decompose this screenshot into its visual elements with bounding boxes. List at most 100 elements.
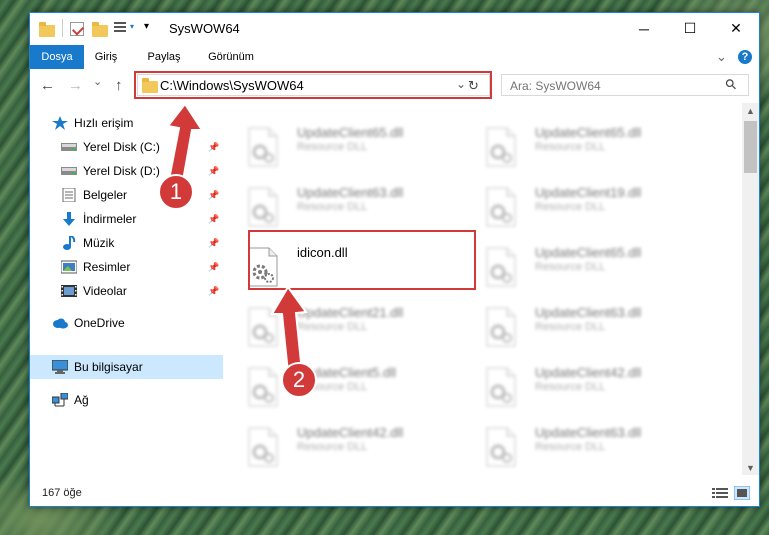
step-2-badge: 2 — [281, 362, 317, 398]
sidebar-item-label: Videolar — [83, 284, 127, 298]
file-type: Resource DLL — [535, 381, 606, 393]
sidebar-item-label: Yerel Disk (D:) — [83, 164, 160, 178]
sidebar-item-label: Yerel Disk (C:) — [83, 140, 160, 154]
vertical-scrollbar[interactable]: ▲ ▼ — [742, 103, 759, 475]
folder-icon — [39, 22, 55, 37]
dll-file-icon — [486, 367, 516, 407]
forward-button[interactable]: → — [68, 77, 83, 94]
address-bar-highlight — [134, 71, 492, 99]
customize-icon[interactable] — [114, 22, 128, 36]
dll-file-icon — [486, 247, 516, 287]
maximize-button[interactable]: ☐ — [667, 13, 713, 44]
ribbon-tabs: Dosya Giriş Paylaş Görünüm ⌄ ? — [30, 45, 759, 69]
status-bar: 167 öğe — [30, 475, 759, 506]
help-icon[interactable]: ? — [738, 50, 752, 64]
file-item[interactable]: UpdateClient65.dll Resource DLL — [463, 243, 693, 295]
music-icon — [63, 236, 76, 250]
file-item[interactable]: UpdateClient65.dll Resource DLL — [463, 123, 693, 175]
file-highlight — [248, 230, 476, 290]
details-view-icon[interactable] — [712, 487, 728, 499]
sidebar-item-label: Müzik — [83, 236, 115, 250]
dll-file-icon — [248, 367, 278, 407]
file-item[interactable]: UpdateClient63.dll Resource DLL — [225, 183, 455, 235]
sidebar-item-label: OneDrive — [74, 316, 125, 330]
file-item[interactable]: UpdateClient63.dll Resource DLL — [463, 423, 693, 475]
dll-file-icon — [248, 127, 278, 167]
quick-access-toolbar-dropdown-icon[interactable]: ▾ — [144, 21, 149, 32]
scroll-down-icon[interactable]: ▼ — [746, 463, 755, 473]
sidebar-item-label: İndirmeler — [83, 212, 137, 226]
title-bar: ▾ ▾ SysWOW64 ─ ☐ ✕ — [30, 13, 759, 45]
large-icons-view-icon[interactable] — [734, 486, 750, 500]
recent-locations-button[interactable]: ⌄ — [93, 75, 102, 88]
file-type: Resource DLL — [297, 321, 368, 333]
window-title: SysWOW64 — [169, 21, 240, 36]
tab-home[interactable]: Giriş — [84, 45, 128, 69]
pin-icon[interactable]: 📌 — [208, 262, 219, 273]
step-1-badge: 1 — [158, 174, 194, 210]
ribbon-expand-icon[interactable]: ⌄ — [716, 49, 727, 65]
file-item[interactable]: UpdateClient21.dll Resource DLL — [225, 303, 455, 355]
file-item[interactable]: UpdateClient42.dll Resource DLL — [463, 363, 693, 415]
file-type: Resource DLL — [297, 141, 368, 153]
file-name: UpdateClient65.dll — [535, 125, 642, 140]
network-icon — [52, 393, 68, 407]
dll-file-icon — [486, 427, 516, 467]
search-box[interactable]: ⚲ — [501, 74, 749, 96]
computer-icon — [52, 360, 68, 374]
file-type: Resource DLL — [297, 201, 368, 213]
scroll-up-icon[interactable]: ▲ — [746, 106, 755, 116]
file-type: Resource DLL — [535, 321, 606, 333]
file-item[interactable]: UpdateClient5.dll Resource DLL — [225, 363, 455, 415]
dll-file-icon — [248, 307, 278, 347]
search-icon[interactable]: ⚲ — [721, 75, 740, 94]
file-type: Resource DLL — [535, 261, 606, 273]
up-button[interactable]: ↑ — [115, 77, 123, 94]
pin-icon[interactable]: 📌 — [208, 214, 219, 225]
properties-icon[interactable] — [70, 22, 85, 36]
pin-icon[interactable]: 📌 — [208, 238, 219, 249]
new-folder-icon[interactable] — [92, 22, 108, 37]
divider — [62, 19, 63, 37]
file-name: UpdateClient65.dll — [535, 245, 642, 260]
drive-icon — [61, 167, 77, 175]
search-input[interactable] — [508, 77, 722, 95]
sidebar-item-label: Belgeler — [83, 188, 128, 202]
tab-view[interactable]: Görünüm — [200, 45, 262, 69]
file-item[interactable]: UpdateClient19.dll Resource DLL — [463, 183, 693, 235]
file-name: UpdateClient65.dll — [297, 125, 404, 140]
pictures-icon — [61, 260, 77, 274]
item-count: 167 öğe — [42, 487, 82, 499]
pin-icon[interactable]: 📌 — [208, 286, 219, 297]
documents-icon — [62, 188, 76, 202]
sidebar-item-label: Bu bilgisayar — [74, 360, 143, 374]
file-item[interactable]: UpdateClient65.dll Resource DLL — [225, 123, 455, 175]
back-button[interactable]: ← — [40, 77, 55, 94]
file-type: Resource DLL — [535, 441, 606, 453]
scrollbar-thumb[interactable] — [744, 121, 757, 173]
minimize-button[interactable]: ─ — [621, 13, 667, 44]
pin-icon[interactable]: 📌 — [208, 142, 219, 153]
pin-icon[interactable]: 📌 — [208, 190, 219, 201]
file-name: UpdateClient63.dll — [535, 305, 642, 320]
navigation-pane: Hızlı erişim Yerel Disk (C:) 📌 Yerel Dis… — [30, 103, 225, 475]
file-name: UpdateClient42.dll — [297, 425, 404, 440]
pin-icon[interactable]: 📌 — [208, 166, 219, 177]
customize-dropdown-icon[interactable]: ▾ — [130, 22, 134, 31]
close-button[interactable]: ✕ — [713, 13, 759, 44]
dll-file-icon — [248, 427, 278, 467]
cloud-icon — [53, 318, 68, 329]
file-item[interactable]: UpdateClient42.dll Resource DLL — [225, 423, 455, 475]
tab-share[interactable]: Paylaş — [138, 45, 190, 69]
file-type: Resource DLL — [535, 201, 606, 213]
tab-file[interactable]: Dosya — [30, 45, 84, 69]
dll-file-icon — [248, 187, 278, 227]
dll-file-icon — [486, 187, 516, 227]
file-name: UpdateClient21.dll — [297, 305, 404, 320]
sidebar-item-label: Ağ — [74, 393, 89, 407]
file-item[interactable]: UpdateClient63.dll Resource DLL — [463, 303, 693, 355]
file-name: UpdateClient63.dll — [297, 185, 404, 200]
drive-icon — [61, 143, 77, 151]
downloads-icon — [63, 212, 75, 226]
dll-file-icon — [486, 127, 516, 167]
